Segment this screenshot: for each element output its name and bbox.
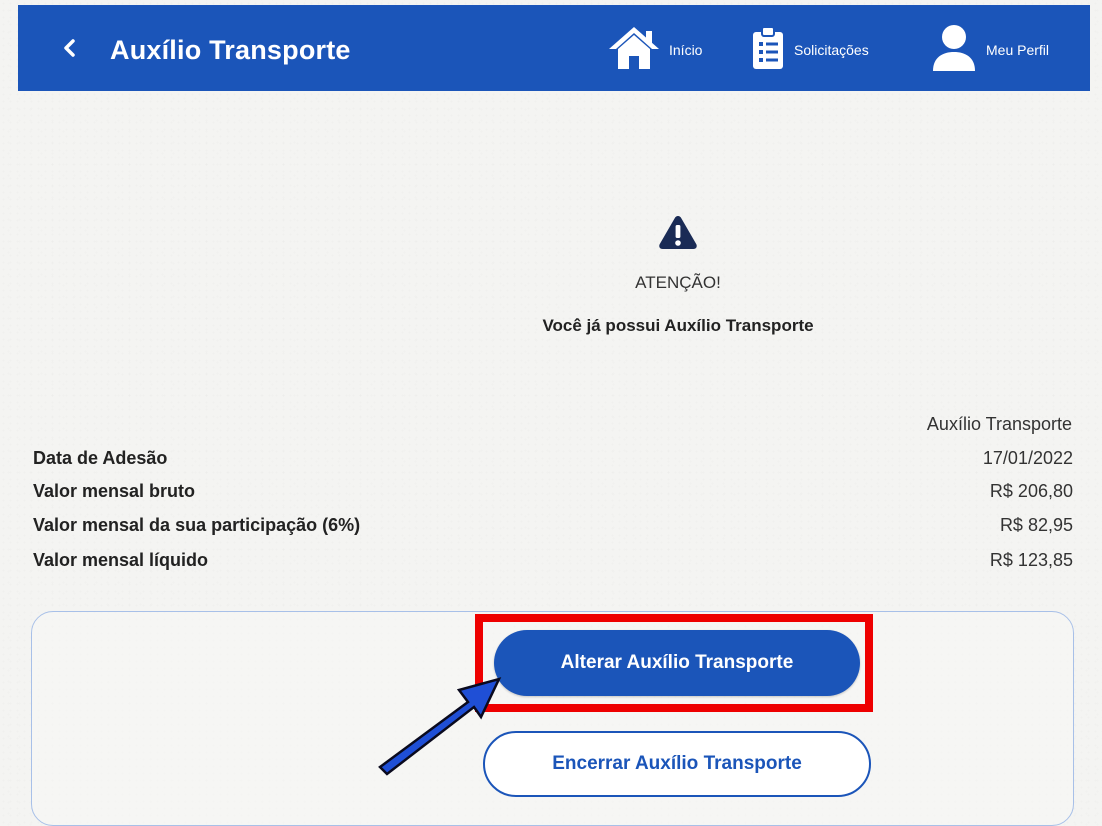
detail-value: R$ 82,95 bbox=[999, 515, 1073, 535]
nav-requests[interactable]: Solicitações bbox=[751, 25, 869, 75]
app-header: Auxílio Transporte Início Solicitações M… bbox=[18, 5, 1090, 91]
attention-message: Você já possui Auxílio Transporte bbox=[542, 316, 814, 335]
chevron-left-icon[interactable] bbox=[58, 36, 82, 60]
nav-profile[interactable]: Meu Perfil bbox=[931, 24, 1050, 77]
page-title: Auxílio Transporte bbox=[110, 35, 351, 65]
detail-label: Valor mensal da sua participação (6%) bbox=[33, 515, 361, 535]
home-icon bbox=[608, 25, 660, 76]
detail-label: Data de Adesão bbox=[33, 448, 168, 468]
nav-profile-label: Meu Perfil bbox=[986, 42, 1050, 58]
detail-value: 17/01/2022 bbox=[982, 448, 1073, 468]
detail-row: Valor mensal da sua participação (6%) R$… bbox=[33, 515, 1073, 539]
nav-requests-label: Solicitações bbox=[794, 42, 869, 58]
arrow-up-right-icon bbox=[378, 677, 502, 776]
attention-title: ATENÇÃO! bbox=[635, 273, 721, 292]
alter-transport-button[interactable]: Alterar Auxílio Transporte bbox=[494, 630, 860, 696]
clipboard-list-icon bbox=[751, 25, 785, 75]
detail-row: Valor mensal bruto R$ 206,80 bbox=[33, 481, 1073, 505]
detail-row: Valor mensal líquido R$ 123,85 bbox=[33, 550, 1073, 574]
warning-triangle-icon bbox=[658, 214, 698, 250]
nav-home[interactable]: Início bbox=[608, 25, 702, 75]
details-column-header: Auxílio Transporte bbox=[926, 414, 1072, 434]
detail-label: Valor mensal bruto bbox=[33, 481, 196, 501]
user-icon bbox=[931, 24, 977, 77]
nav-home-label: Início bbox=[669, 42, 703, 58]
end-transport-button[interactable]: Encerrar Auxílio Transporte bbox=[483, 731, 871, 797]
detail-row: Data de Adesão 17/01/2022 bbox=[33, 448, 1073, 472]
detail-label: Valor mensal líquido bbox=[33, 550, 209, 570]
detail-value: R$ 123,85 bbox=[989, 550, 1073, 570]
detail-value: R$ 206,80 bbox=[989, 481, 1073, 501]
